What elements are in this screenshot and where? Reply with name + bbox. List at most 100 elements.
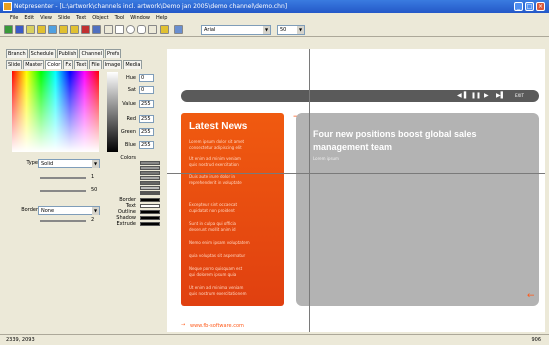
tab-media[interactable]: Media xyxy=(123,60,143,69)
ellipse-icon[interactable] xyxy=(126,25,135,34)
tab-fx[interactable]: Fx xyxy=(63,60,74,69)
menu-file[interactable]: File xyxy=(10,15,18,21)
font-select[interactable]: Arial ▼ xyxy=(201,25,271,35)
tab-color[interactable]: Color xyxy=(45,60,63,69)
app-icon xyxy=(3,2,12,11)
outline-swatch[interactable] xyxy=(140,210,160,214)
value-input[interactable]: 255 xyxy=(139,100,154,108)
colors-label: Colors xyxy=(120,155,136,161)
menu-bar: File Edit View Slide Text Object Tool Wi… xyxy=(0,13,549,23)
arrow-left-icon: ← xyxy=(527,291,535,301)
menu-view[interactable]: View xyxy=(40,15,52,21)
color-swatch[interactable] xyxy=(140,176,160,180)
rounded-rect-icon[interactable] xyxy=(137,25,146,34)
news-line: Duis aute irure dolor in xyxy=(189,174,236,179)
help-icon[interactable] xyxy=(174,25,183,34)
screen-icon[interactable] xyxy=(92,25,101,34)
news-line: quis nostrum exercitationem xyxy=(189,291,247,296)
folder-icon[interactable] xyxy=(59,25,68,34)
menu-edit[interactable]: Edit xyxy=(24,15,34,21)
menu-window[interactable]: Window xyxy=(130,15,150,21)
text-swatch[interactable] xyxy=(140,204,160,208)
green-input[interactable]: 255 xyxy=(139,128,154,136)
vertical-guide[interactable] xyxy=(309,49,310,332)
maximize-button[interactable]: □ xyxy=(525,2,534,11)
tab-text[interactable]: Text xyxy=(74,60,89,69)
save-icon[interactable] xyxy=(70,25,79,34)
delete-icon[interactable] xyxy=(81,25,90,34)
value-label: Value xyxy=(122,101,136,107)
exit-button[interactable]: EXIT xyxy=(515,93,524,98)
top-tab-row: Branch Schedule Publish Channel Prefs xyxy=(6,49,122,58)
hue-input[interactable]: 0 xyxy=(139,74,154,82)
menu-text[interactable]: Text xyxy=(76,15,86,21)
horizontal-guide[interactable] xyxy=(167,173,545,174)
news-panel[interactable]: Latest News Lorem ipsum dolor sit amet c… xyxy=(181,113,284,306)
polygon-icon[interactable] xyxy=(148,25,157,34)
chevron-down-icon: ▼ xyxy=(92,160,99,168)
slider-value: 50 xyxy=(91,187,98,193)
color-swatch[interactable] xyxy=(140,191,160,195)
player-bar: ◀▐ ❚❚ ▶ ▶▌ EXIT xyxy=(181,90,539,102)
shadow-swatch[interactable] xyxy=(140,216,160,220)
border-swatch[interactable] xyxy=(140,198,160,202)
rect-icon[interactable] xyxy=(115,25,124,34)
tab-publish[interactable]: Publish xyxy=(56,49,79,58)
menu-help[interactable]: Help xyxy=(156,15,167,21)
tab-image[interactable]: Image xyxy=(102,60,123,69)
tab-schedule[interactable]: Schedule xyxy=(28,49,56,58)
border-select-value: None xyxy=(41,208,55,214)
menu-tool[interactable]: Tool xyxy=(115,15,125,21)
news-line: deserunt mollit anim id xyxy=(189,227,236,232)
menu-slide[interactable]: Slide xyxy=(58,15,70,21)
window-title: Netpresenter - [L:\artwork\channels incl… xyxy=(14,3,288,10)
close-button[interactable]: × xyxy=(536,2,545,11)
news-line: Excepteur sint occaecat xyxy=(189,202,238,207)
slider-track[interactable] xyxy=(40,190,86,192)
blue-input[interactable]: 255 xyxy=(139,141,154,149)
slider-track[interactable] xyxy=(40,177,86,179)
tab-branch[interactable]: Branch xyxy=(6,49,28,58)
minimize-button[interactable]: _ xyxy=(514,2,523,11)
play-icon[interactable]: ▶ xyxy=(484,92,489,99)
size-select-value: 50 xyxy=(280,27,287,33)
star-icon[interactable] xyxy=(37,25,46,34)
slider-track[interactable] xyxy=(40,220,86,222)
news-line: Ut enim ad minima veniam xyxy=(189,285,244,290)
headline-subtext: Lorem ipsum xyxy=(313,156,339,161)
tab-master[interactable]: Master xyxy=(23,60,45,69)
stop-icon[interactable] xyxy=(15,25,24,34)
size-select[interactable]: 50 ▼ xyxy=(277,25,305,35)
pointer-icon[interactable] xyxy=(104,25,113,34)
tab-channel[interactable]: Channel xyxy=(79,49,104,58)
menu-object[interactable]: Object xyxy=(92,15,108,21)
news-title: Latest News xyxy=(189,121,248,132)
tab-prefs[interactable]: Prefs xyxy=(104,49,122,58)
brightness-bar[interactable] xyxy=(107,72,118,152)
color-spectrum[interactable] xyxy=(12,71,99,152)
extrude-swatch[interactable] xyxy=(140,222,160,226)
sat-label: Sat xyxy=(127,87,136,93)
forward-icon[interactable]: ▶▌ xyxy=(496,92,505,99)
color-swatch[interactable] xyxy=(140,181,160,185)
red-input[interactable]: 255 xyxy=(139,115,154,123)
type-label: Type xyxy=(26,160,38,166)
play-icon[interactable] xyxy=(4,25,13,34)
text-icon[interactable] xyxy=(160,25,169,34)
image-icon[interactable] xyxy=(26,25,35,34)
color-swatch[interactable] xyxy=(140,166,160,170)
type-select[interactable]: Solid ▼ xyxy=(38,159,100,168)
tab-file[interactable]: File xyxy=(89,60,102,69)
footer-url[interactable]: www.fb-software.com xyxy=(190,323,244,329)
color-swatch[interactable] xyxy=(140,171,160,175)
sat-input[interactable]: 0 xyxy=(139,86,154,94)
color-swatch[interactable] xyxy=(140,186,160,190)
rewind-icon[interactable]: ◀▐ xyxy=(457,92,466,99)
border-select[interactable]: None ▼ xyxy=(38,206,100,215)
tab-slide[interactable]: Slide xyxy=(6,60,23,69)
globe-icon[interactable] xyxy=(48,25,57,34)
color-swatch[interactable] xyxy=(140,161,160,165)
pause-icon[interactable]: ❚❚ xyxy=(471,92,481,99)
bottom-tab-row: Slide Master Color Fx Text File Image Me… xyxy=(6,60,143,69)
news-line: consectetur adipiscing elit xyxy=(189,145,242,150)
